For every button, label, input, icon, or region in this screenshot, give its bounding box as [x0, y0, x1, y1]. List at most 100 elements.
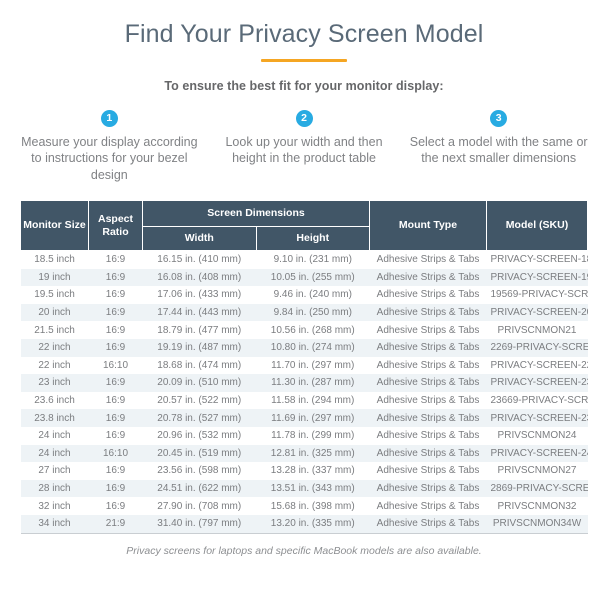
- cell-model-sku: PRIVACY-SCREEN-22MB: [490, 359, 588, 371]
- cell-monitor-size: 22 inch: [38, 342, 71, 354]
- cell-mount-type: Adhesive Strips & Tabs: [376, 395, 480, 407]
- cell-height: 13.20 in. (335 mm): [256, 514, 370, 534]
- cell-monitor-size: 27 inch: [38, 465, 71, 477]
- column-header-mount-type: Mount Type: [369, 200, 487, 251]
- column-header-height: Height: [255, 226, 370, 251]
- cell-mount-type: Adhesive Strips & Tabs: [376, 483, 480, 495]
- cell-width: 19.19 in. (487 mm): [157, 342, 242, 354]
- cell-width: 20.09 in. (510 mm): [157, 377, 242, 389]
- cell-width: 31.40 in. (797 mm): [142, 514, 256, 534]
- page-subtitle: To ensure the best fit for your monitor …: [164, 78, 444, 93]
- cell-width: 20.96 in. (532 mm): [157, 430, 242, 442]
- cell-mount-type: Adhesive Strips & Tabs: [376, 254, 480, 266]
- cell-width: 17.44 in. (443 mm): [157, 307, 242, 319]
- step-2: 2 Look up your width and then height in …: [207, 108, 402, 184]
- cell-monitor-size: 34 inch: [20, 514, 89, 534]
- cell-monitor-size: 21.5 inch: [34, 324, 75, 336]
- cell-aspect-ratio: 16:9: [105, 412, 126, 424]
- cell-model-sku: PRIVACY-SCREEN-20M: [490, 307, 588, 319]
- cell-model-sku: PRIVACY-SCREEN-185M: [490, 254, 588, 266]
- cell-height: 13.28 in. (337 mm): [270, 465, 355, 477]
- cell-model-sku: 19569-PRIVACY-SCREEN: [490, 289, 588, 301]
- cell-height: 10.56 in. (268 mm): [270, 324, 355, 336]
- cell-aspect-ratio: 16:9: [105, 377, 126, 389]
- cell-monitor-size: 23 inch: [38, 377, 71, 389]
- step-3-text: Select a model with the same or the next…: [409, 134, 588, 166]
- cell-monitor-size: 22 inch: [38, 359, 71, 371]
- cell-aspect-ratio: 16:9: [105, 271, 126, 283]
- cell-model-sku: PRIVSCNMON27: [497, 465, 577, 477]
- cell-aspect-ratio: 16:9: [105, 307, 126, 319]
- cell-model-sku: 23669-PRIVACY-SCREEN: [490, 395, 588, 407]
- table-row: 22 inch 16:10 18.68 in. (474 mm) 11.70 in. …: [20, 356, 588, 375]
- table-row: 23.6 inch 16:9 20.57 in. (522 mm) 11.58 in.…: [20, 391, 588, 410]
- cell-mount-type: Adhesive Strips & Tabs: [376, 465, 480, 477]
- table-row: 34 inch 21:9 31.40 in. (797 mm) 13.20 in. (…: [20, 514, 588, 534]
- cell-width: 18.68 in. (474 mm): [157, 359, 242, 371]
- cell-monitor-size: 28 inch: [38, 483, 71, 495]
- cell-aspect-ratio: 16:9: [105, 395, 126, 407]
- cell-aspect-ratio: 16:9: [105, 289, 126, 301]
- cell-height: 12.81 in. (325 mm): [270, 447, 355, 459]
- step-2-number-badge: 2: [295, 109, 313, 127]
- cell-mount-type: Adhesive Strips & Tabs: [376, 447, 480, 459]
- cell-mount-type: Adhesive Strips & Tabs: [376, 412, 480, 424]
- cell-height: 11.58 in. (294 mm): [271, 395, 355, 407]
- cell-model-sku: PRIVACY-SCREEN-24MB: [490, 447, 588, 459]
- cell-width: 17.06 in. (433 mm): [157, 289, 242, 301]
- column-header-width: Width: [142, 226, 257, 251]
- table-row: 24 inch 16:10 20.45 in. (519 mm) 12.81 in. …: [20, 444, 588, 463]
- cell-monitor-size: 23.8 inch: [34, 412, 75, 424]
- cell-monitor-size: 24 inch: [38, 447, 71, 459]
- cell-mount-type: Adhesive Strips & Tabs: [376, 359, 480, 371]
- table-row: 28 inch 16:9 24.51 in. (622 mm) 13.51 in. (…: [20, 479, 588, 498]
- cell-height: 11.69 in. (297 mm): [271, 412, 355, 424]
- cell-height: 15.68 in. (398 mm): [270, 500, 355, 512]
- spec-table-body: 18.5 inch 16:9 16.15 in. (410 mm) 9.10 in. …: [20, 250, 588, 534]
- steps-container: 1 Measure your display according to inst…: [0, 108, 608, 184]
- title-divider: [261, 58, 347, 62]
- column-header-screen-dimensions: Screen Dimensions: [142, 200, 370, 227]
- cell-monitor-size: 24 inch: [38, 430, 71, 442]
- cell-model-sku: 2869-PRIVACY-SCREEN: [490, 483, 588, 495]
- step-1-text: Measure your display according to instru…: [21, 134, 198, 182]
- table-row: 19 inch 16:9 16.08 in. (408 mm) 10.05 in. (…: [20, 268, 588, 287]
- step-1-number-badge: 1: [100, 109, 118, 127]
- column-header-aspect-ratio: Aspect Ratio: [88, 200, 143, 251]
- cell-width: 23.56 in. (598 mm): [157, 465, 242, 477]
- cell-mount-type: Adhesive Strips & Tabs: [376, 342, 480, 354]
- column-header-model-sku: Model (SKU): [486, 200, 588, 251]
- cell-width: 27.90 in. (708 mm): [157, 500, 242, 512]
- cell-width: 18.79 in. (477 mm): [157, 324, 242, 336]
- cell-monitor-size: 19.5 inch: [34, 289, 75, 301]
- cell-aspect-ratio: 16:9: [105, 430, 126, 442]
- cell-aspect-ratio: 16:9: [105, 342, 126, 354]
- cell-aspect-ratio: 16:10: [102, 359, 129, 371]
- spec-table-header-row-1: Monitor Size Aspect Ratio Screen Dimensi…: [20, 200, 588, 251]
- cell-aspect-ratio: 16:9: [105, 483, 126, 495]
- cell-height: 9.46 in. (240 mm): [273, 289, 352, 301]
- cell-model-sku: PRIVACY-SCREEN-238M: [490, 412, 588, 424]
- cell-mount-type: Adhesive Strips & Tabs: [376, 307, 480, 319]
- spec-table-head: Monitor Size Aspect Ratio Screen Dimensi…: [20, 200, 588, 251]
- cell-height: 13.51 in. (343 mm): [270, 483, 355, 495]
- cell-height: 11.70 in. (297 mm): [271, 359, 355, 371]
- privacy-screen-spec-table: Monitor Size Aspect Ratio Screen Dimensi…: [20, 200, 588, 534]
- table-row: 32 inch 16:9 27.90 in. (708 mm) 15.68 in. (…: [20, 497, 588, 515]
- cell-model-sku: PRIVSCNMON24: [497, 430, 577, 442]
- cell-model-sku: PRIVACY-SCREEN-23M: [490, 377, 588, 389]
- cell-mount-type: Adhesive Strips & Tabs: [376, 289, 480, 301]
- step-3-number-badge: 3: [490, 109, 508, 127]
- table-row: 24 inch 16:9 20.96 in. (532 mm) 11.78 in. (…: [20, 426, 588, 445]
- cell-mount-type: Adhesive Strips & Tabs: [376, 430, 480, 442]
- cell-aspect-ratio: 16:9: [105, 254, 126, 266]
- cell-height: 10.05 in. (255 mm): [270, 271, 355, 283]
- cell-aspect-ratio: 16:9: [105, 465, 126, 477]
- step-2-text: Look up your width and then height in th…: [225, 134, 383, 166]
- table-row: 23.8 inch 16:9 20.78 in. (527 mm) 11.69 in.…: [20, 409, 588, 427]
- cell-width: 16.08 in. (408 mm): [157, 271, 242, 283]
- cell-mount-type: Adhesive Strips & Tabs: [376, 271, 480, 283]
- cell-aspect-ratio: 16:9: [105, 324, 126, 336]
- cell-aspect-ratio: 16:9: [105, 500, 126, 512]
- cell-aspect-ratio: 21:9: [88, 514, 143, 534]
